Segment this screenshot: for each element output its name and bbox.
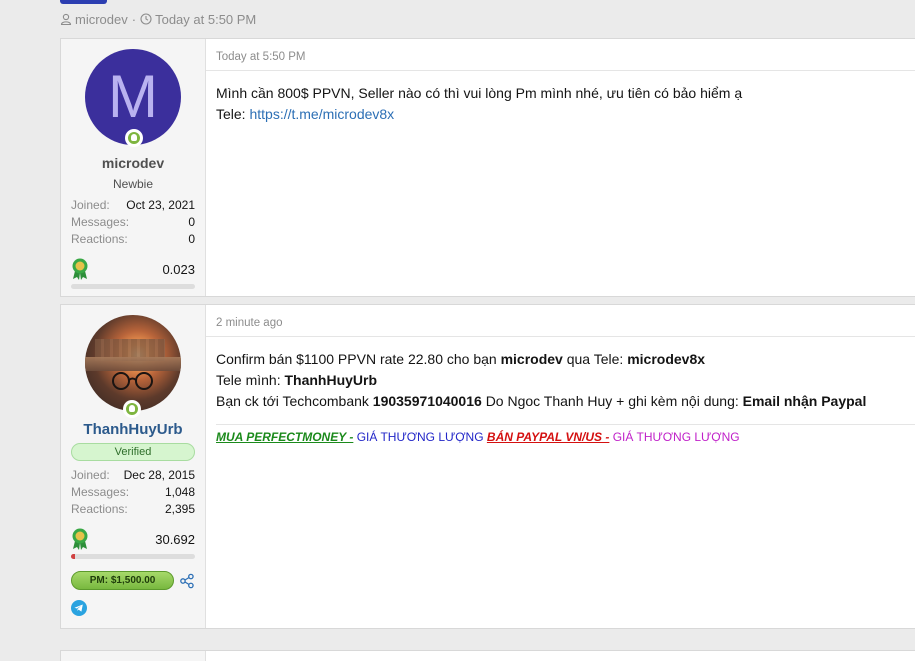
trophy-progress-bar	[71, 554, 195, 559]
post-body: Confirm bán $1100 PPVN rate 22.80 cho bạ…	[206, 337, 915, 412]
post-next	[60, 650, 915, 661]
thread-date[interactable]: Today at 5:50 PM	[155, 12, 256, 27]
post-thanhhuyurb: ThanhHuyUrb Verified Joined: Dec 28, 2015…	[60, 304, 915, 629]
user-stats: Joined: Oct 23, 2021 Messages: 0 Reactions…	[71, 197, 195, 248]
username[interactable]: microdev	[71, 155, 195, 171]
verified-badge: Verified	[71, 443, 195, 461]
user-stats: Joined: Dec 28, 2015 Messages: 1,048 React…	[71, 467, 195, 518]
telegram-link[interactable]: https://t.me/microdev8x	[249, 106, 394, 122]
post-line: Mình cần 800$ PPVN, Seller nào có thì vu…	[216, 85, 743, 101]
pm-balance-badge[interactable]: PM: $1,500.00	[71, 571, 175, 590]
stat-messages: Messages: 1,048	[71, 485, 195, 499]
avatar-letter: M	[108, 63, 158, 130]
trophy-icon	[72, 528, 88, 550]
post-microdev: M microdev Newbie Joined: Oct 23, 2021 Me…	[60, 38, 915, 297]
post-body: Mình cần 800$ PPVN, Seller nào có thì vu…	[206, 71, 915, 125]
stat-reactions: Reactions: 2,395	[71, 502, 195, 516]
avatar[interactable]: M	[85, 49, 181, 147]
avatar[interactable]	[85, 315, 181, 411]
stat-joined: Joined: Dec 28, 2015	[71, 468, 195, 482]
user-icon	[60, 13, 72, 25]
trophy-row[interactable]: 0.023	[71, 258, 195, 280]
stat-messages: Messages: 0	[71, 215, 195, 229]
trophy-icon	[72, 258, 88, 280]
share-icon[interactable]	[179, 573, 195, 589]
post-timestamp[interactable]: Today at 5:50 PM	[206, 39, 915, 71]
signature-link-buy[interactable]: MUA PERFECTMONEY -	[216, 430, 353, 444]
trophy-points: 30.692	[155, 531, 195, 547]
username[interactable]: ThanhHuyUrb	[71, 421, 195, 438]
telegram-icon[interactable]	[71, 600, 87, 616]
thread-meta: microdev · Today at 5:50 PM	[60, 10, 256, 28]
trophy-row[interactable]: 30.692	[71, 528, 195, 550]
post-line: Tele: https://t.me/microdev8x	[216, 106, 395, 122]
signature-link-sell[interactable]: BÁN PAYPAL VN/US -	[487, 430, 609, 444]
user-sidebar	[61, 651, 206, 661]
trophy-progress-bar	[71, 284, 195, 289]
meta-separator: ·	[131, 11, 137, 27]
post-line: Tele mình: ThanhHuyUrb	[216, 372, 378, 388]
signature: MUA PERFECTMONEY - GIÁ THƯƠNG LƯỢNG BÁN …	[216, 424, 915, 444]
signature-text: GIÁ THƯƠNG LƯỢNG	[356, 430, 484, 444]
online-icon	[125, 129, 143, 147]
clock-icon	[140, 13, 152, 25]
pm-row: PM: $1,500.00	[71, 571, 195, 590]
post-content: Today at 5:50 PM Mình cần 800$ PPVN, Sel…	[206, 39, 915, 296]
post-line: Bạn ck tới Techcombank 19035971040016 Do…	[216, 393, 867, 409]
trophy-points: 0.023	[162, 261, 195, 277]
stat-reactions: Reactions: 0	[71, 232, 195, 246]
post-content	[206, 651, 915, 661]
post-timestamp[interactable]: 2 minute ago	[206, 305, 915, 337]
post-line: Confirm bán $1100 PPVN rate 22.80 cho bạ…	[216, 351, 706, 367]
thread-author[interactable]: microdev	[75, 12, 128, 27]
user-sidebar: M microdev Newbie Joined: Oct 23, 2021 Me…	[61, 39, 206, 296]
signature-text: GIÁ THƯƠNG LƯỢNG	[612, 430, 740, 444]
top-tab-indicator[interactable]	[60, 0, 107, 4]
online-icon	[123, 400, 141, 418]
user-title: Newbie	[112, 177, 154, 191]
post-content: 2 minute ago Confirm bán $1100 PPVN rate…	[206, 305, 915, 628]
user-sidebar: ThanhHuyUrb Verified Joined: Dec 28, 2015…	[61, 305, 206, 628]
stat-joined: Joined: Oct 23, 2021	[71, 198, 195, 212]
